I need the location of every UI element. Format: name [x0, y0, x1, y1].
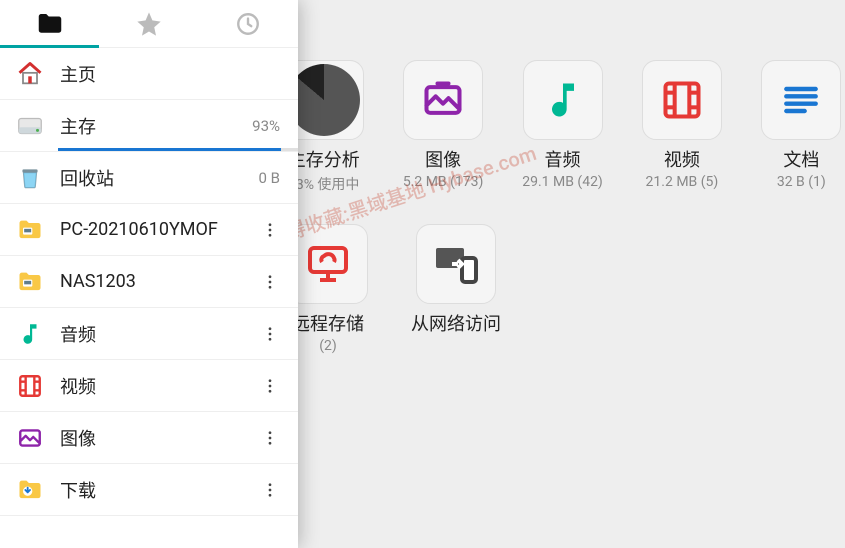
- sidebar-item-label: 主存: [60, 113, 252, 139]
- sidebar-item-image[interactable]: 图像: [0, 412, 298, 464]
- sidebar-item-label: PC-20210610YMOF: [60, 219, 256, 240]
- grid-item-title: 主存分析: [288, 146, 360, 172]
- grid-item-network-access[interactable]: 从网络访问: [408, 224, 504, 354]
- monitor-to-phone-icon: [432, 240, 480, 288]
- storage-pie-chart: [288, 64, 360, 136]
- docs-tile: [761, 60, 841, 140]
- smb-folder-icon: [14, 266, 46, 298]
- picture-icon: [14, 422, 46, 454]
- smb-folder-icon: [14, 214, 46, 246]
- film-icon: [660, 78, 704, 122]
- video-tile: [642, 60, 722, 140]
- sidebar-item-storage[interactable]: 主存 93%: [0, 100, 298, 152]
- storage-progress-fill: [58, 148, 281, 151]
- trash-icon: [14, 162, 46, 194]
- sidebar-item-label: 视频: [60, 373, 256, 399]
- more-options-icon[interactable]: [256, 377, 284, 395]
- film-icon: [14, 370, 46, 402]
- sidebar-item-meta: 93%: [252, 117, 280, 135]
- more-options-icon[interactable]: [256, 481, 284, 499]
- more-options-icon[interactable]: [256, 221, 284, 239]
- netaccess-tile: [416, 224, 496, 304]
- monitor-cloud-icon: [304, 240, 352, 288]
- clock-icon: [235, 11, 261, 37]
- sidebar-item-label: NAS1203: [60, 271, 256, 292]
- sidebar-item-download[interactable]: 下载: [0, 464, 298, 516]
- sidebar-item-audio[interactable]: 音频: [0, 308, 298, 360]
- document-lines-icon: [779, 78, 823, 122]
- picture-icon: [421, 78, 465, 122]
- sidebar-item-label: 下载: [60, 477, 256, 503]
- drawer-tab-folder[interactable]: [0, 0, 99, 47]
- sidebar-item-home[interactable]: 主页: [0, 48, 298, 100]
- images-tile: [403, 60, 483, 140]
- grid-item-sub: 93% 使用中: [288, 174, 359, 194]
- drawer-tab-recent[interactable]: [199, 0, 298, 47]
- sidebar-item-pc[interactable]: PC-20210610YMOF: [0, 204, 298, 256]
- more-options-icon[interactable]: [256, 273, 284, 291]
- more-options-icon[interactable]: [256, 325, 284, 343]
- grid-item-images[interactable]: 图像 5.2 MB (173): [399, 60, 486, 194]
- grid-item-title: 音频: [545, 146, 581, 172]
- music-note-icon: [541, 78, 585, 122]
- grid-item-sub: (2): [319, 338, 337, 354]
- folder-icon: [35, 9, 65, 39]
- grid-item-title: 图像: [425, 146, 461, 172]
- grid-item-title: 从网络访问: [411, 310, 501, 336]
- drawer-tab-row: [0, 0, 298, 48]
- grid-item-docs[interactable]: 文档 32 B (1): [758, 60, 845, 194]
- grid-item-sub: 5.2 MB (173): [403, 174, 484, 190]
- storage-progress-track: [58, 148, 298, 151]
- sidebar-item-label: 音频: [60, 321, 256, 347]
- grid-item-sub: 21.2 MB (5): [646, 174, 719, 190]
- grid-item-title: 远程存储: [292, 310, 364, 336]
- grid-item-audio[interactable]: 音频 29.1 MB (42): [519, 60, 606, 194]
- sidebar-item-label: 回收站: [60, 165, 259, 191]
- navigation-drawer: 主页 主存 93% 回收站 0 B PC-20210610YMOF: [0, 0, 298, 548]
- sidebar-item-label: 主页: [60, 61, 284, 87]
- sidebar-item-nas[interactable]: NAS1203: [0, 256, 298, 308]
- drive-icon: [14, 110, 46, 142]
- download-folder-icon: [14, 474, 46, 506]
- more-options-icon[interactable]: [256, 429, 284, 447]
- music-note-icon: [14, 318, 46, 350]
- home-icon: [14, 58, 46, 90]
- remote-tile: [288, 224, 368, 304]
- star-icon: [135, 10, 163, 38]
- grid-item-video[interactable]: 视频 21.2 MB (5): [638, 60, 725, 194]
- sidebar-item-trash[interactable]: 回收站 0 B: [0, 152, 298, 204]
- sidebar-item-label: 图像: [60, 425, 256, 451]
- sidebar-item-meta: 0 B: [259, 169, 281, 187]
- grid-item-title: 文档: [783, 146, 819, 172]
- grid-item-title: 视频: [664, 146, 700, 172]
- audio-tile: [523, 60, 603, 140]
- drawer-tab-favorite[interactable]: [99, 0, 198, 47]
- grid-item-sub: 32 B (1): [777, 174, 826, 190]
- grid-item-sub: 29.1 MB (42): [522, 174, 603, 190]
- sidebar-item-video[interactable]: 视频: [0, 360, 298, 412]
